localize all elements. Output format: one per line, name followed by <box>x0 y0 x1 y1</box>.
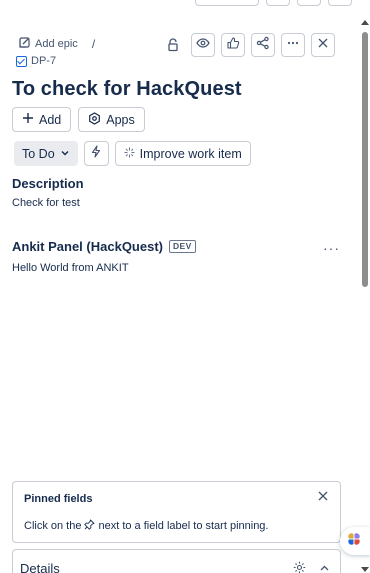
app-panel-more-button[interactable]: ··· <box>323 240 340 256</box>
breadcrumb: Add epic / <box>18 36 95 52</box>
hint-before: Click on the <box>24 520 82 532</box>
top-toolbar-button[interactable] <box>297 0 321 6</box>
app-panel-title: Ankit Panel (HackQuest) <box>12 239 163 254</box>
pinned-fields-hint: Click on the next to a field label to st… <box>24 519 268 533</box>
add-epic-label: Add epic <box>35 38 78 50</box>
pinned-fields-title: Pinned fields <box>24 493 93 505</box>
add-button[interactable]: Add <box>12 107 72 132</box>
chevron-up-icon[interactable] <box>319 561 330 573</box>
issue-key: DP-7 <box>31 55 57 67</box>
issue-key-link[interactable]: DP-7 <box>16 55 56 67</box>
add-label: Add <box>39 112 62 127</box>
lock-icon[interactable] <box>161 33 185 57</box>
pinned-fields-card: Pinned fields Click on the next to a fie… <box>12 481 341 543</box>
pin-icon <box>84 519 95 533</box>
close-icon[interactable] <box>317 489 329 507</box>
breadcrumb-separator: / <box>91 37 96 51</box>
status-dropdown[interactable]: To Do <box>14 141 78 166</box>
top-toolbar-button[interactable] <box>195 0 259 6</box>
task-type-icon <box>16 55 27 67</box>
plus-icon <box>22 112 34 127</box>
scroll-up-arrow-icon[interactable] <box>361 20 369 25</box>
details-section[interactable]: Details <box>12 549 341 573</box>
issue-toolbar <box>161 33 335 57</box>
scrollbar-thumb[interactable] <box>362 32 368 287</box>
automation-button[interactable] <box>83 141 109 166</box>
quick-actions: Add Apps <box>12 107 145 132</box>
scroll-down-arrow-icon[interactable] <box>361 567 369 572</box>
improve-work-item-button[interactable]: Improve work item <box>114 141 251 166</box>
chevron-down-icon <box>60 147 70 161</box>
dev-badge: DEV <box>169 240 196 253</box>
share-button[interactable] <box>251 33 275 57</box>
app-panel-text: Hello World from ANKIT <box>12 262 129 274</box>
app-panel-header: Ankit Panel (HackQuest) DEV <box>12 239 196 254</box>
edit-icon <box>18 36 31 52</box>
improve-label: Improve work item <box>139 146 242 161</box>
apps-label: Apps <box>106 112 135 127</box>
more-actions-button[interactable] <box>281 33 305 57</box>
vote-button[interactable] <box>221 33 245 57</box>
status-label: To Do <box>22 146 55 161</box>
status-row: To Do Improve work item <box>14 141 251 166</box>
sparkle-icon <box>124 147 135 161</box>
top-toolbar-button[interactable] <box>266 0 290 6</box>
work-item-title[interactable]: To check for HackQuest <box>12 78 242 101</box>
add-epic-button[interactable]: Add epic <box>18 36 78 52</box>
share-icon <box>256 36 270 55</box>
lightning-icon <box>90 144 102 163</box>
eye-icon <box>196 36 210 55</box>
more-icon <box>286 36 300 55</box>
close-icon <box>316 36 330 55</box>
apps-icon <box>88 111 101 128</box>
details-title: Details <box>20 561 60 573</box>
hint-after: next to a field label to start pinning. <box>98 520 269 532</box>
close-button[interactable] <box>311 33 335 57</box>
apps-button[interactable]: Apps <box>78 107 145 132</box>
top-toolbar-button[interactable] <box>328 0 352 6</box>
configure-icon[interactable] <box>293 561 306 573</box>
description-heading: Description <box>12 176 84 191</box>
thumbs-up-icon <box>226 36 240 55</box>
watch-button[interactable] <box>191 33 215 57</box>
description-text[interactable]: Check for test <box>12 197 80 209</box>
